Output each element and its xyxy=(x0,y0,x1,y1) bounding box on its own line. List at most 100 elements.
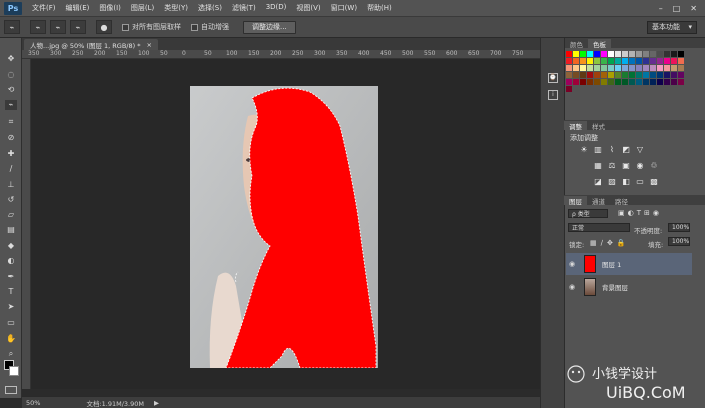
swatch[interactable] xyxy=(573,65,579,71)
swatch[interactable] xyxy=(622,79,628,85)
swatch[interactable] xyxy=(678,72,684,78)
swatch[interactable] xyxy=(643,58,649,64)
swatch[interactable] xyxy=(608,58,614,64)
menu-item[interactable]: 图层(L) xyxy=(131,3,154,13)
swatch[interactable] xyxy=(587,51,593,57)
properties-panel-icon[interactable]: i xyxy=(548,90,558,100)
swatch[interactable] xyxy=(636,72,642,78)
minimize-icon[interactable]: – xyxy=(659,4,663,13)
swatch[interactable] xyxy=(566,51,572,57)
workspace-switcher[interactable]: 基本功能 ▾ xyxy=(647,20,697,34)
brush-tool-icon[interactable]: ∕ xyxy=(5,164,17,174)
close-icon[interactable]: × xyxy=(146,41,151,49)
tab-styles[interactable]: 样式 xyxy=(587,121,610,131)
refine-edge-button[interactable]: 调整边缘... xyxy=(243,20,296,34)
new-selection-icon[interactable]: ⌁ xyxy=(30,20,46,34)
swatch[interactable] xyxy=(650,51,656,57)
menu-item[interactable]: 视图(V) xyxy=(296,3,320,13)
marquee-tool-icon[interactable]: ◌ xyxy=(5,70,17,80)
swatch[interactable] xyxy=(608,51,614,57)
swatch[interactable] xyxy=(580,72,586,78)
menu-item[interactable]: 帮助(H) xyxy=(367,3,392,13)
swatch[interactable] xyxy=(615,72,621,78)
swatch[interactable] xyxy=(566,72,572,78)
menu-item[interactable]: 选择(S) xyxy=(198,3,222,13)
swatch[interactable] xyxy=(664,58,670,64)
path-selection-tool-icon[interactable]: ➤ xyxy=(5,302,17,312)
swatch[interactable] xyxy=(664,51,670,57)
swatch[interactable] xyxy=(650,58,656,64)
swatch[interactable] xyxy=(650,72,656,78)
swatch[interactable] xyxy=(671,65,677,71)
hand-tool-icon[interactable]: ✋ xyxy=(5,334,17,344)
swatch[interactable] xyxy=(587,65,593,71)
eye-icon[interactable]: ◉ xyxy=(566,283,578,291)
swatch[interactable] xyxy=(615,65,621,71)
gradient-map-icon[interactable]: ▭ xyxy=(636,178,644,186)
swatch[interactable] xyxy=(608,65,614,71)
swatch[interactable] xyxy=(622,72,628,78)
swatch[interactable] xyxy=(671,79,677,85)
pen-tool-icon[interactable]: ✒ xyxy=(5,272,17,282)
swatch[interactable] xyxy=(629,65,635,71)
swatch[interactable] xyxy=(657,51,663,57)
swatch[interactable] xyxy=(580,58,586,64)
swatch[interactable] xyxy=(601,51,607,57)
swatch[interactable] xyxy=(622,51,628,57)
swatch[interactable] xyxy=(636,65,642,71)
curves-icon[interactable]: ⌇ xyxy=(608,146,616,154)
menu-item[interactable]: 图像(I) xyxy=(99,3,121,13)
tab-channels[interactable]: 通道 xyxy=(587,196,610,206)
threshold-icon[interactable]: ◧ xyxy=(622,178,630,186)
swatch[interactable] xyxy=(566,86,572,92)
swatch[interactable] xyxy=(587,58,593,64)
swatch[interactable] xyxy=(580,65,586,71)
swatch[interactable] xyxy=(671,51,677,57)
move-tool-icon[interactable]: ✥ xyxy=(5,54,17,64)
fill-input[interactable]: 100% xyxy=(668,237,690,246)
swatch[interactable] xyxy=(671,58,677,64)
swatch[interactable] xyxy=(657,58,663,64)
layer-filter-icons[interactable]: ▣◐T⊞◉ xyxy=(618,209,662,217)
tab-swatches[interactable]: 色板 xyxy=(588,39,611,49)
swatch[interactable] xyxy=(636,79,642,85)
swatches-grid[interactable] xyxy=(566,51,691,101)
eyedropper-tool-icon[interactable]: ⊘ xyxy=(5,133,17,143)
blend-mode-select[interactable]: 正常 xyxy=(568,223,630,232)
clone-stamp-tool-icon[interactable]: ⊥ xyxy=(5,180,17,190)
history-panel-icon[interactable]: ⌚ xyxy=(548,73,558,83)
swatch[interactable] xyxy=(587,79,593,85)
history-brush-tool-icon[interactable]: ↺ xyxy=(5,195,17,205)
subtract-selection-icon[interactable]: ⌁ xyxy=(70,20,86,34)
menu-item[interactable]: 3D(D) xyxy=(266,3,287,13)
swatch[interactable] xyxy=(594,79,600,85)
swatch[interactable] xyxy=(643,51,649,57)
swatch[interactable] xyxy=(594,65,600,71)
swatch[interactable] xyxy=(573,79,579,85)
menu-item[interactable]: 文件(F) xyxy=(32,3,56,13)
crop-tool-icon[interactable]: ⌗ xyxy=(5,117,17,127)
swatch[interactable] xyxy=(580,51,586,57)
swatch[interactable] xyxy=(664,72,670,78)
swatch[interactable] xyxy=(622,58,628,64)
swatch[interactable] xyxy=(573,72,579,78)
swatch[interactable] xyxy=(671,72,677,78)
gradient-tool-icon[interactable]: ▤ xyxy=(5,225,17,235)
swatch[interactable] xyxy=(650,65,656,71)
swatch[interactable] xyxy=(643,72,649,78)
menu-item[interactable]: 类型(Y) xyxy=(164,3,188,13)
swatch[interactable] xyxy=(615,58,621,64)
sample-all-layers-checkbox[interactable]: 对所有图层取样 xyxy=(122,22,181,32)
swatch[interactable] xyxy=(629,79,635,85)
dodge-tool-icon[interactable]: ◐ xyxy=(5,256,17,266)
swatch[interactable] xyxy=(594,58,600,64)
document-canvas[interactable] xyxy=(190,86,378,368)
swatch[interactable] xyxy=(580,79,586,85)
levels-icon[interactable]: ▥ xyxy=(594,146,602,154)
swatch[interactable] xyxy=(629,58,635,64)
tab-layers[interactable]: 图层 xyxy=(564,196,587,206)
shape-tool-icon[interactable]: ▭ xyxy=(5,318,17,328)
swatch[interactable] xyxy=(601,65,607,71)
quick-selection-tool-icon[interactable]: ⌁ xyxy=(5,100,17,110)
swatch[interactable] xyxy=(678,65,684,71)
